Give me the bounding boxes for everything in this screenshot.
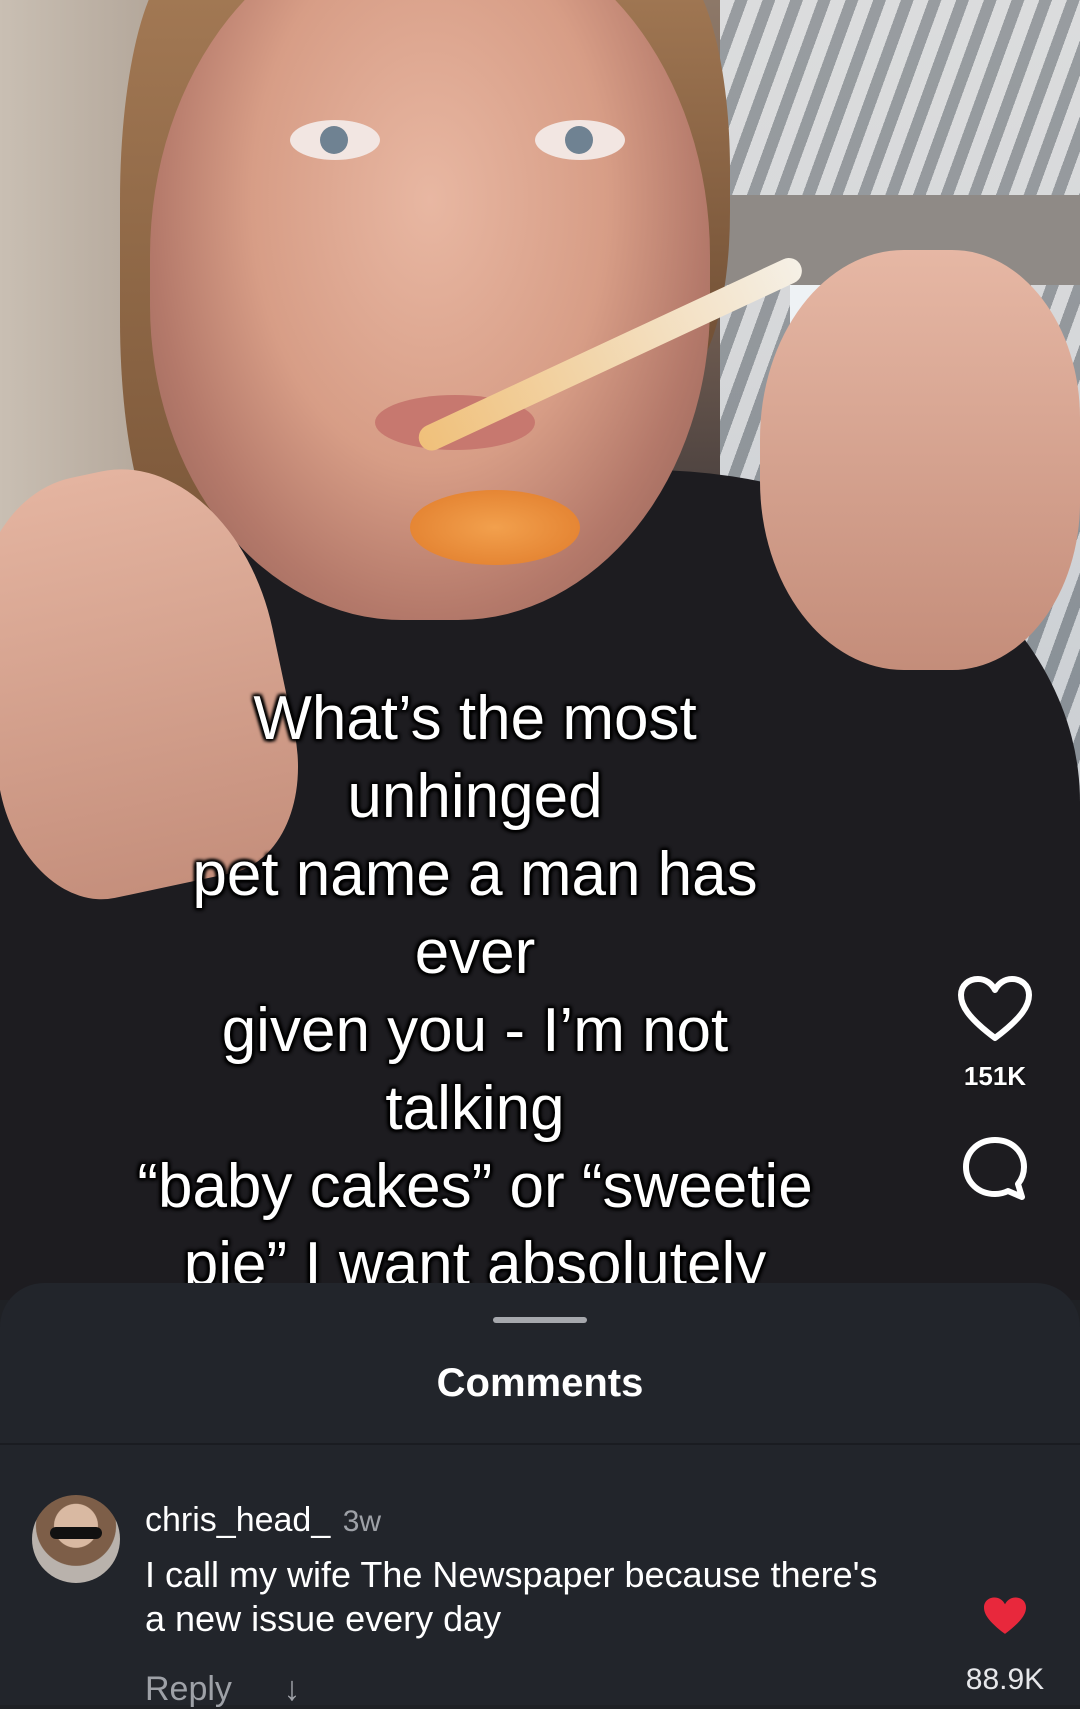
comment-timestamp: 3w	[342, 1505, 382, 1538]
comment-like: 88.9K	[950, 1595, 1060, 1697]
video-player[interactable]: What’s the most unhinged pet name a man …	[0, 0, 1080, 1300]
comments-title: Comments	[436, 1361, 644, 1405]
drag-handle[interactable]	[493, 1317, 587, 1323]
comment-item: chris_head_ 3w I call my wife The Newspa…	[0, 1445, 1080, 1708]
person-hand	[760, 250, 1080, 670]
comment-username[interactable]: chris_head_	[145, 1501, 330, 1539]
comments-sheet: Comments chris_head_ 3w I call my wife T…	[0, 1283, 1080, 1708]
heart-outline-icon[interactable]	[940, 975, 1050, 1043]
side-actions: 151K	[940, 975, 1050, 1204]
reply-button[interactable]: Reply	[145, 1670, 232, 1708]
avatar[interactable]	[32, 1495, 120, 1583]
down-arrow-icon[interactable]: ↓	[283, 1670, 300, 1708]
reply-row: Reply ↓	[145, 1670, 300, 1709]
person-eye	[535, 120, 625, 160]
spoon-food	[410, 490, 580, 565]
comments-sheet-header: Comments	[0, 1283, 1080, 1445]
heart-filled-icon[interactable]	[950, 1595, 1060, 1637]
person-eye	[290, 120, 380, 160]
comment-text: I call my wife The Newspaper because the…	[145, 1554, 878, 1639]
video-caption: What’s the most unhinged pet name a man …	[137, 684, 813, 1299]
like-count: 151K	[963, 1061, 1027, 1091]
comment-like-count: 88.9K	[965, 1663, 1045, 1696]
comment-header: chris_head_ 3w	[145, 1501, 381, 1540]
comment-bubble-icon[interactable]	[940, 1134, 1050, 1204]
